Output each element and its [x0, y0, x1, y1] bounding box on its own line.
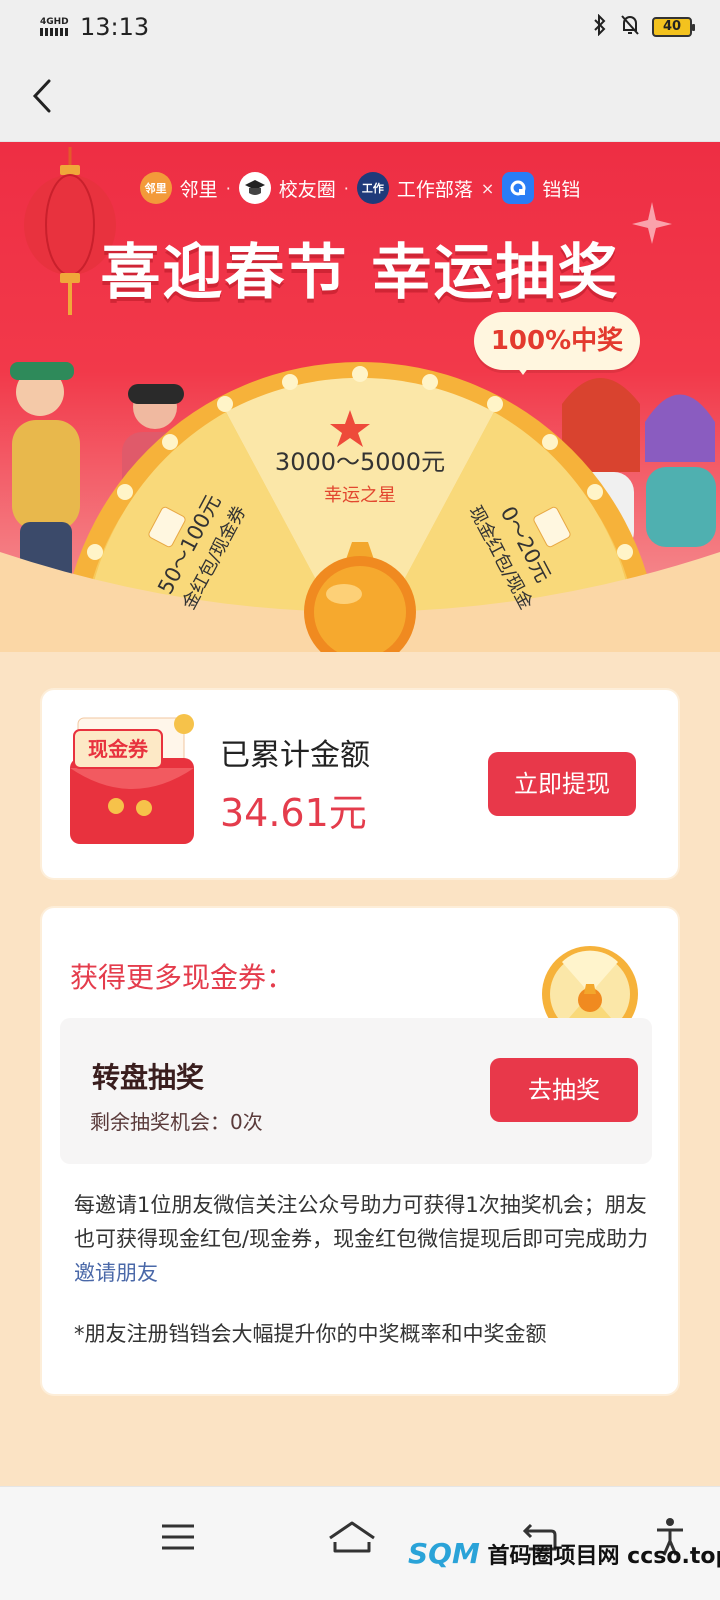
menu-button[interactable]: [148, 1511, 208, 1567]
partner-name: 邻里: [179, 178, 218, 201]
balance-card: 现金券 已累计金额 34.61元 立即提现: [42, 690, 678, 878]
system-nav-bar: SQM 首码圈项目网 ccso.top: [0, 1486, 720, 1600]
withdraw-button[interactable]: 立即提现: [488, 752, 636, 816]
watermark-text: 首码圈项目网 ccso.top: [487, 1544, 720, 1569]
home-button[interactable]: [322, 1511, 382, 1567]
cash-coupon-image: 现金券: [70, 714, 194, 844]
nav-bar: [0, 54, 720, 142]
more-coupons-card: 获得更多现金券： 转盘抽奖 剩余抽奖机会：0次 去抽奖 每邀请1位朋友微信关注公…: [42, 908, 678, 1394]
cross-mark: ×: [480, 178, 495, 198]
back-button[interactable]: [22, 76, 62, 120]
partner-gongzuobuluo: 工作 工作部落: [356, 172, 473, 204]
prize-badge: 100%中奖: [474, 312, 640, 375]
task-title: 转盘抽奖: [92, 1061, 205, 1094]
bell-off-icon: [620, 14, 640, 41]
network-type: 4GHD: [40, 17, 69, 27]
partner-row: 邻里 邻里 · 校友圈 · 工作 工作部落 × 铛铛: [0, 172, 720, 204]
partner-name: 工作部落: [396, 178, 473, 201]
partner-linli: 邻里 邻里 ·: [139, 172, 231, 204]
partner-dangdang: 铛铛: [502, 172, 580, 204]
linli-logo-icon: 邻里: [139, 172, 172, 204]
partner-xiaoyouquan: 校友圈 ·: [238, 172, 349, 204]
wheel-slice-top: 3000～5000元 幸运之星: [240, 442, 480, 507]
network-indicator: 4GHD: [40, 16, 74, 38]
partner-name: 校友圈: [278, 178, 336, 201]
bonus-note: *朋友注册铛铛会大幅提升你的中奖概率和中奖金额: [74, 1322, 547, 1346]
home-icon: [327, 1520, 377, 1558]
more-coupons-title: 获得更多现金券：: [70, 961, 295, 994]
watermark: SQM 首码圈项目网 ccso.top: [408, 1537, 720, 1570]
battery-indicator: 40: [652, 17, 695, 37]
draw-button[interactable]: 去抽奖: [490, 1058, 638, 1122]
signal-icon: [40, 28, 70, 36]
balance-amount: 34.61元: [220, 791, 367, 835]
bluetooth-icon: [592, 13, 608, 41]
status-icons: 40: [592, 13, 695, 41]
invite-description: 每邀请1位朋友微信关注公众号助力可获得1次抽奖机会；朋友也可获得现金红包/现金券…: [74, 1188, 654, 1290]
description-text: 每邀请1位朋友微信关注公众号助力可获得1次抽奖机会；朋友也可获得现金红包/现金券…: [74, 1193, 649, 1251]
menu-icon: [160, 1523, 196, 1555]
status-bar: 4GHD 13:13 40: [0, 0, 720, 54]
partner-name: 铛铛: [542, 178, 581, 201]
watermark-logo: SQM: [408, 1537, 480, 1570]
coupon-label: 现金券: [88, 737, 149, 761]
slice-amount: 3000～5000元: [274, 448, 446, 476]
dangdang-logo-icon: [502, 172, 535, 204]
banner-headline: 喜迎春节 幸运抽奖: [100, 238, 620, 308]
lottery-banner: 邻里 邻里 · 校友圈 · 工作 工作部落 × 铛铛 喜迎春节 幸运抽奖 100…: [0, 142, 720, 652]
back-arrow-icon: [32, 79, 52, 117]
invite-friends-link[interactable]: 邀请朋友: [74, 1261, 158, 1285]
graduation-cap-icon: [238, 172, 271, 204]
gongzuo-logo-icon: 工作: [356, 172, 389, 204]
slice-label: 幸运之星: [324, 485, 396, 506]
lottery-task: 转盘抽奖 剩余抽奖机会：0次 去抽奖: [60, 1018, 652, 1164]
remaining-chances: 剩余抽奖机会：0次: [90, 1110, 263, 1134]
balance-label: 已累计金额: [220, 738, 370, 773]
status-time: 13:13: [80, 13, 150, 41]
